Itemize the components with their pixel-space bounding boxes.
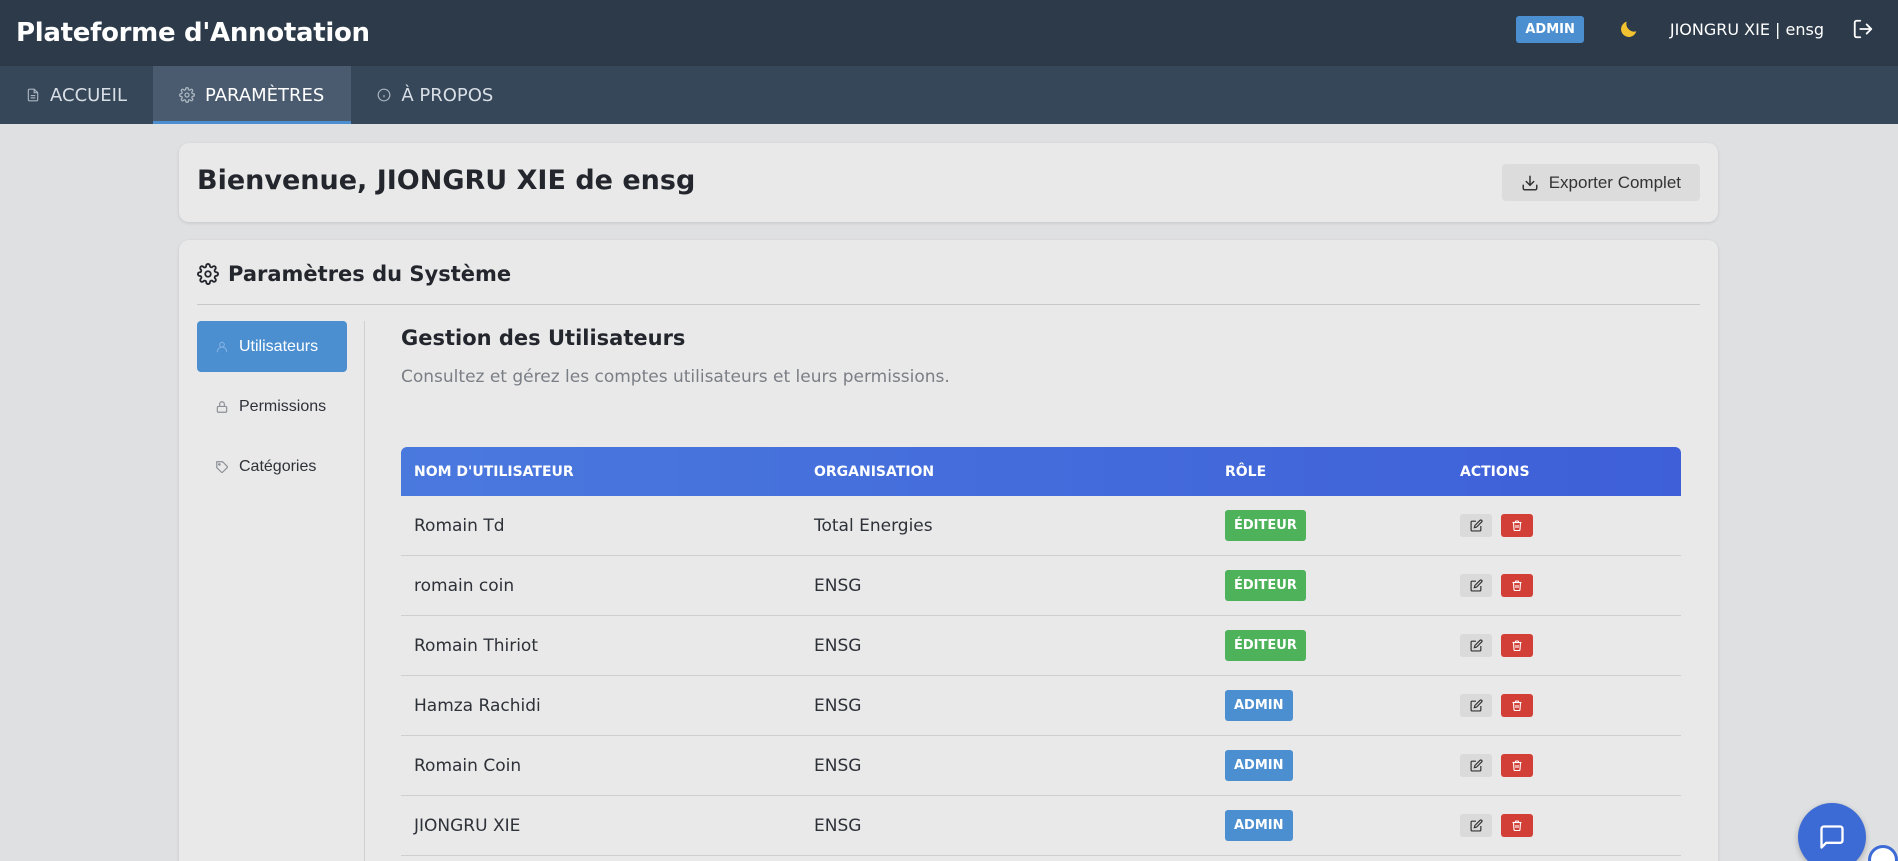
help-widget-icon[interactable] xyxy=(1868,845,1898,861)
top-bar: Plateforme d'Annotation ADMIN JIONGRU XI… xyxy=(0,0,1898,66)
download-icon xyxy=(1522,175,1538,190)
delete-button[interactable] xyxy=(1501,514,1533,537)
column-header-role[interactable]: RÔLE xyxy=(1211,464,1447,480)
welcome-card: Bienvenue, JIONGRU XIE de ensg Exporter … xyxy=(179,143,1718,222)
welcome-title: Bienvenue, JIONGRU XIE de ensg xyxy=(197,165,696,196)
cell-username: Hamza Rachidi xyxy=(414,695,541,716)
chat-icon xyxy=(1820,825,1844,849)
cell-username: JIONGRU XIE xyxy=(414,815,521,836)
edit-button[interactable] xyxy=(1460,694,1492,717)
edit-button[interactable] xyxy=(1460,514,1492,537)
side-item-categories[interactable]: Catégories xyxy=(197,441,347,492)
export-button[interactable]: Exporter Complet xyxy=(1501,164,1700,201)
gear-icon xyxy=(197,263,219,285)
side-item-label: Permissions xyxy=(239,397,327,415)
main-nav: ACCUEIL PARAMÈTRES À PROPOS xyxy=(0,66,1898,124)
trash-icon xyxy=(1512,760,1522,772)
users-section: Gestion des Utilisateurs Consultez et gé… xyxy=(401,321,1681,856)
role-badge: ÉDITEUR xyxy=(1225,630,1306,661)
trash-icon xyxy=(1512,580,1522,592)
delete-button[interactable] xyxy=(1501,814,1533,837)
table-row: Hamza Rachidi ENSG ADMIN xyxy=(401,676,1681,736)
cell-username: Romain Thiriot xyxy=(414,635,538,656)
column-header-organisation[interactable]: ORGANISATION xyxy=(800,464,1211,480)
tab-label: À PROPOS xyxy=(401,84,494,106)
trash-icon xyxy=(1512,820,1522,832)
cell-organisation: ENSG xyxy=(814,755,862,776)
settings-card: Paramètres du Système Utilisateurs Permi… xyxy=(179,240,1718,861)
side-item-label: Catégories xyxy=(239,457,317,475)
top-right-controls: ADMIN JIONGRU XIE | ensg xyxy=(1516,0,1874,58)
export-label: Exporter Complet xyxy=(1548,172,1681,192)
role-badge: ADMIN xyxy=(1516,15,1584,43)
side-divider xyxy=(364,321,365,861)
gear-icon xyxy=(179,87,195,103)
role-badge: ÉDITEUR xyxy=(1225,510,1306,541)
edit-icon xyxy=(1469,579,1483,592)
side-item-utilisateurs[interactable]: Utilisateurs xyxy=(197,321,347,372)
app-title: Plateforme d'Annotation xyxy=(16,18,370,48)
role-badge: ADMIN xyxy=(1225,750,1293,781)
role-badge: ADMIN xyxy=(1225,690,1293,721)
cell-username: romain coin xyxy=(414,575,515,596)
delete-button[interactable] xyxy=(1501,574,1533,597)
user-icon xyxy=(216,341,228,352)
trash-icon xyxy=(1512,520,1522,532)
settings-title: Paramètres du Système xyxy=(228,262,512,286)
tab-label: ACCUEIL xyxy=(50,84,128,106)
cell-organisation: ENSG xyxy=(814,695,862,716)
tab-parametres[interactable]: PARAMÈTRES xyxy=(153,66,352,124)
settings-side-menu: Utilisateurs Permissions Catégories xyxy=(197,321,347,501)
edit-button[interactable] xyxy=(1460,814,1492,837)
section-subtitle: Consultez et gérez les comptes utilisate… xyxy=(401,367,950,387)
trash-icon xyxy=(1512,700,1522,712)
edit-button[interactable] xyxy=(1460,634,1492,657)
cell-organisation: ENSG xyxy=(814,575,862,596)
users-table: NOM D'UTILISATEUR ORGANISATION RÔLE ACTI… xyxy=(401,447,1681,856)
edit-icon xyxy=(1469,819,1483,832)
role-badge: ADMIN xyxy=(1225,810,1293,841)
tab-accueil[interactable]: ACCUEIL xyxy=(0,66,153,124)
edit-icon xyxy=(1469,699,1483,712)
cell-username: Romain Coin xyxy=(414,755,522,776)
cell-organisation: ENSG xyxy=(814,635,862,656)
tag-icon xyxy=(216,460,228,473)
delete-button[interactable] xyxy=(1501,634,1533,657)
cell-username: Romain Td xyxy=(414,515,505,536)
info-icon xyxy=(377,88,391,102)
settings-header: Paramètres du Système xyxy=(197,262,1700,305)
tab-label: PARAMÈTRES xyxy=(205,84,325,106)
lock-icon xyxy=(216,400,228,413)
edit-icon xyxy=(1469,519,1483,532)
trash-icon xyxy=(1512,640,1522,652)
cell-organisation: Total Energies xyxy=(814,515,933,536)
table-row: JIONGRU XIE ENSG ADMIN xyxy=(401,796,1681,856)
role-badge: ÉDITEUR xyxy=(1225,570,1306,601)
delete-button[interactable] xyxy=(1501,694,1533,717)
tab-a-propos[interactable]: À PROPOS xyxy=(351,66,519,124)
side-item-label: Utilisateurs xyxy=(239,337,319,355)
table-row: Romain Thiriot ENSG ÉDITEUR xyxy=(401,616,1681,676)
edit-button[interactable] xyxy=(1460,574,1492,597)
cell-organisation: ENSG xyxy=(814,815,862,836)
column-header-actions: ACTIONS xyxy=(1460,463,1530,480)
table-row: romain coin ENSG ÉDITEUR xyxy=(401,556,1681,616)
table-row: Romain Coin ENSG ADMIN xyxy=(401,736,1681,796)
chat-button[interactable] xyxy=(1798,803,1866,861)
edit-icon xyxy=(1469,759,1483,772)
user-info: JIONGRU XIE | ensg xyxy=(1669,19,1824,39)
table-row: Romain Td Total Energies ÉDITEUR xyxy=(401,496,1681,556)
delete-button[interactable] xyxy=(1501,754,1533,777)
side-item-permissions[interactable]: Permissions xyxy=(197,381,347,432)
edit-button[interactable] xyxy=(1460,754,1492,777)
document-icon xyxy=(27,88,39,102)
table-header: NOM D'UTILISATEUR ORGANISATION RÔLE ACTI… xyxy=(401,447,1681,496)
column-header-username[interactable]: NOM D'UTILISATEUR xyxy=(401,464,800,480)
logout-icon[interactable] xyxy=(1852,18,1874,40)
edit-icon xyxy=(1469,639,1483,652)
moon-icon[interactable] xyxy=(1618,18,1640,40)
section-title: Gestion des Utilisateurs xyxy=(401,326,686,350)
